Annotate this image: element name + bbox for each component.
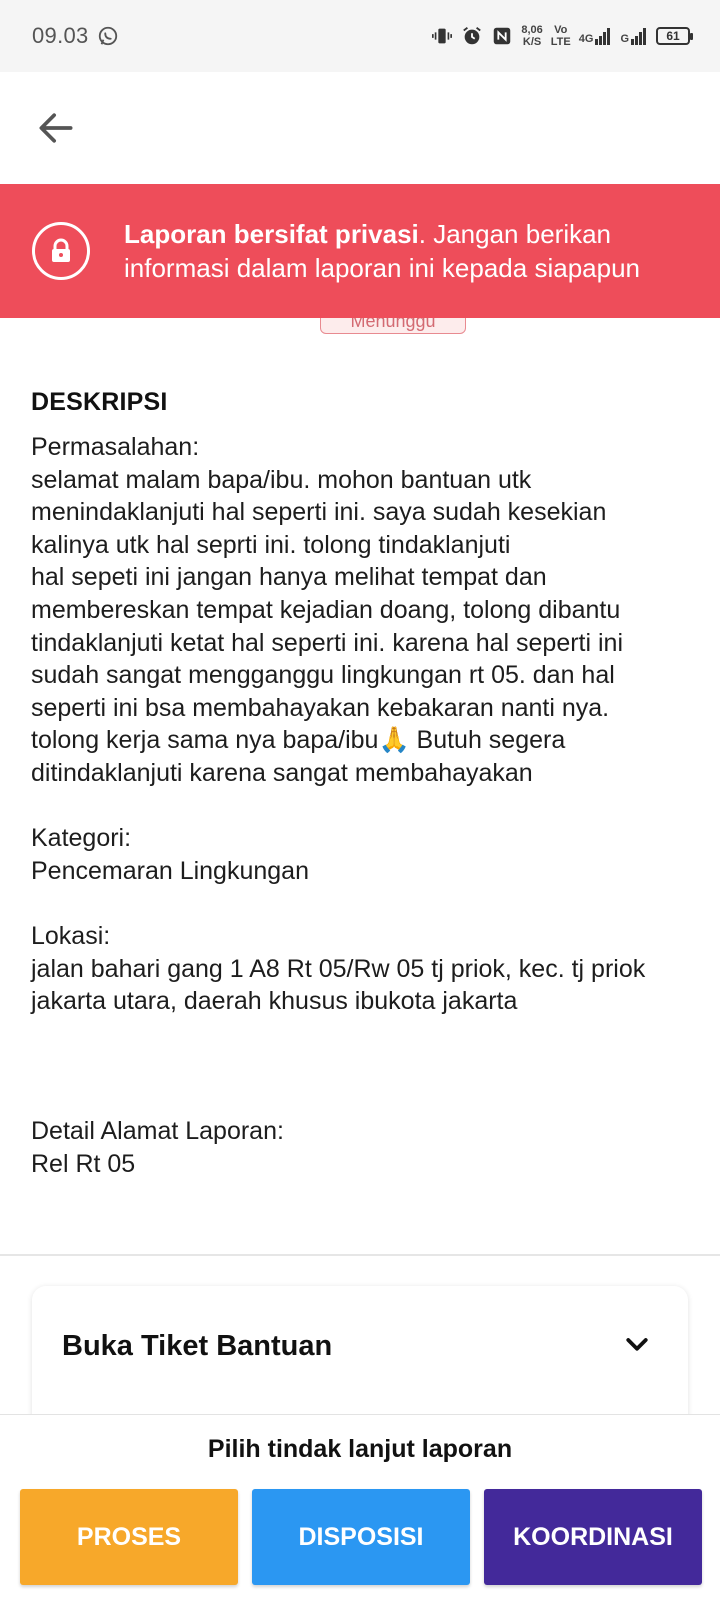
signal-1: 4G [579, 27, 613, 45]
follow-up-panel: Pilih tindak lanjut laporan PROSES DISPO… [0, 1414, 720, 1601]
description-title: DESKRIPSI [31, 388, 168, 416]
battery-icon: 61 [656, 27, 693, 45]
volte-bottom: LTE [550, 36, 571, 48]
proses-button[interactable]: PROSES [20, 1489, 238, 1585]
privacy-banner-bold: Laporan bersifat privasi [124, 219, 419, 249]
problem-text-1: selamat malam bapa/ibu. mohon bantuan ut… [31, 465, 607, 559]
privacy-banner: Laporan bersifat privasi. Jangan berikan… [0, 184, 720, 318]
whatsapp-icon [98, 26, 117, 46]
problem-label: Permasalahan: [31, 433, 200, 461]
address-detail-value: Rel Rt 05 [31, 1150, 136, 1179]
battery-level: 61 [666, 29, 680, 43]
network-speed-unit: K/S [522, 36, 542, 48]
nfc-icon [494, 27, 511, 45]
alarm-icon [463, 27, 482, 45]
chevron-down-icon[interactable] [622, 1330, 652, 1360]
follow-up-title: Pilih tindak lanjut laporan [207, 1435, 513, 1463]
problem-text-2: hal sepeti ini jangan hanya melihat temp… [31, 563, 624, 722]
network-type-1: 4G [578, 33, 594, 45]
category-label: Kategori: [31, 824, 132, 853]
location-label: Lokasi: [31, 921, 111, 950]
lock-icon [32, 222, 90, 280]
network-speed-value: 8,06 [521, 24, 543, 36]
signal-bars-icon [595, 28, 611, 45]
network-speed: 8,06 K/S [521, 24, 542, 48]
volte-indicator: Vo LTE [551, 24, 571, 48]
status-time: 09.03 [32, 23, 89, 48]
volte-top: Vo [554, 24, 568, 36]
location-value: jalan bahari gang 1 A8 Rt 05/Rw 05 tj pr… [31, 954, 646, 1016]
disposisi-button[interactable]: DISPOSISI [252, 1489, 470, 1585]
help-ticket-title: Buka Tiket Bantuan [62, 1330, 333, 1362]
report-description: DESKRIPSI Permasalahan: selamat malam ba… [31, 388, 691, 1181]
status-icons: 8,06 K/S Vo LTE 4G G 61 [431, 24, 693, 48]
category-value: Pencemaran Lingkungan [31, 856, 309, 885]
vibrate-icon [432, 28, 453, 44]
problem-text-3: tolong kerja sama nya bapa/ibu🙏 Butuh se… [31, 726, 566, 787]
follow-up-actions: PROSES DISPOSISI KOORDINASI [20, 1489, 702, 1585]
status-bar: 09.03 8,06 K/S Vo LTE 4G G 61 [0, 0, 720, 72]
app-bar [0, 72, 720, 184]
back-arrow-icon[interactable] [34, 106, 78, 150]
network-type-2: G [620, 33, 629, 45]
privacy-banner-text: Laporan bersifat privasi. Jangan berikan… [124, 217, 704, 285]
koordinasi-button[interactable]: KOORDINASI [484, 1489, 702, 1585]
signal-bars-icon [631, 28, 646, 45]
address-detail-label: Detail Alamat Laporan: [31, 1117, 284, 1146]
section-divider [0, 1254, 720, 1256]
signal-2: G [620, 27, 648, 45]
